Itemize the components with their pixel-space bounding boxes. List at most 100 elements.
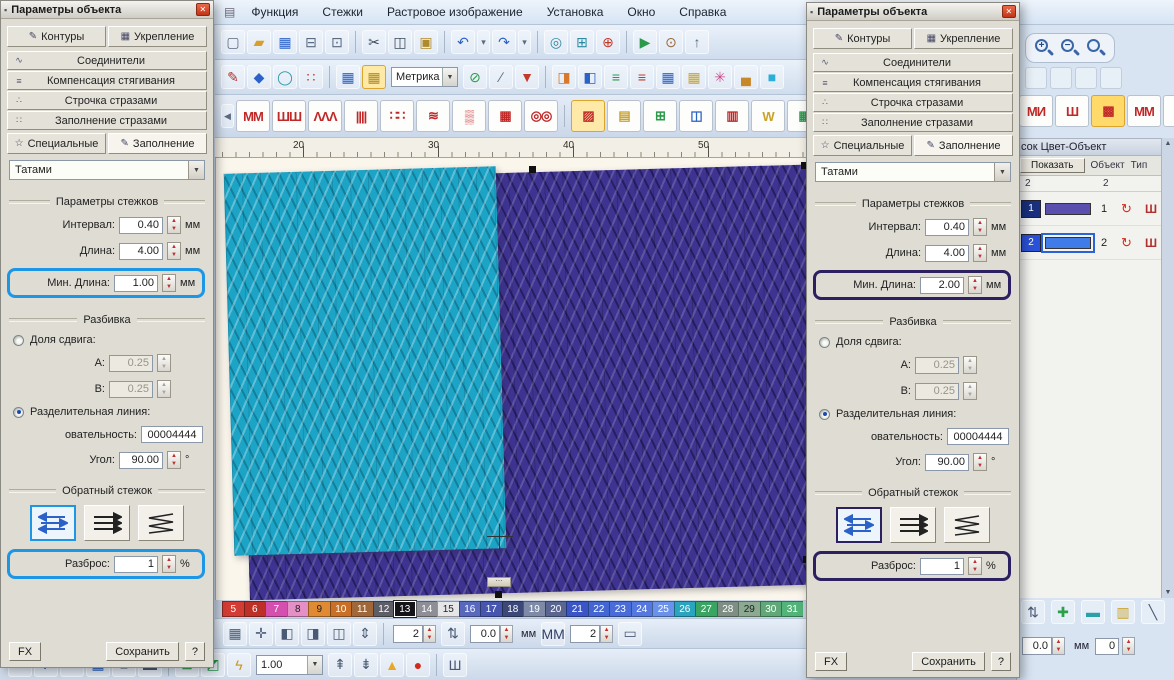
palette-color-22[interactable]: 22: [588, 601, 610, 617]
cut-icon[interactable]: ✂: [362, 30, 386, 54]
a-field[interactable]: 0.25: [915, 357, 959, 374]
grid-yellow-icon[interactable]: ▦: [682, 65, 706, 89]
divider-line-radio[interactable]: Разделительная линия:: [819, 408, 1013, 420]
interval-field[interactable]: 0.40: [119, 217, 163, 234]
b-spinner[interactable]: ▲▼: [157, 380, 171, 398]
zigzag-stitch-icon[interactable]: ΛΛΛ: [308, 100, 342, 132]
add-color-icon[interactable]: ✚: [1051, 600, 1075, 624]
fill-dots-icon[interactable]: ▒: [452, 100, 486, 132]
palette-color-26[interactable]: 26: [674, 601, 696, 617]
spinner-arrows-icon[interactable]: ▲▼: [1122, 637, 1135, 655]
undo-menu-icon[interactable]: ▾: [477, 30, 490, 54]
scroll-down-icon[interactable]: ▼: [1165, 589, 1172, 596]
export-icon[interactable]: ↑: [685, 30, 709, 54]
radio-icon[interactable]: [13, 335, 24, 346]
stitch-list-icon[interactable]: Ш: [443, 653, 467, 677]
close-icon[interactable]: [196, 3, 210, 16]
print-preview-icon[interactable]: ⊡: [325, 30, 349, 54]
interval-field[interactable]: 0.40: [925, 219, 969, 236]
show-button[interactable]: Показать: [1020, 158, 1085, 173]
paste-icon[interactable]: ▣: [414, 30, 438, 54]
color-list-icon[interactable]: ≡: [604, 65, 628, 89]
palette-color-13[interactable]: 13: [394, 601, 416, 617]
interval-spinner[interactable]: ▲▼: [167, 216, 181, 234]
b-spinner[interactable]: ▲▼: [963, 382, 977, 400]
color-object-row[interactable]: 22↻Ш: [1017, 226, 1174, 260]
palette-color-11[interactable]: 11: [351, 601, 373, 617]
palette-color-18[interactable]: 18: [502, 601, 524, 617]
color-object-row[interactable]: 11↻Ш: [1017, 192, 1174, 226]
new-file-icon[interactable]: ▢: [221, 30, 245, 54]
palette-color-25[interactable]: 25: [652, 601, 674, 617]
menu-item[interactable]: Справка: [679, 5, 726, 19]
color-chip[interactable]: 1: [1021, 200, 1041, 218]
pattern-rows-icon[interactable]: ▤: [607, 100, 641, 132]
speed-icon[interactable]: ϟ: [227, 653, 251, 677]
rz-stitch2-icon[interactable]: Ш: [1055, 95, 1089, 127]
min-length-spinner[interactable]: ▲▼: [968, 276, 982, 294]
panel-titlebar[interactable]: сок Цвет-Объект ▪: [1017, 139, 1174, 156]
toolbar-button[interactable]: [1075, 67, 1097, 89]
radio-selected-icon[interactable]: [819, 409, 830, 420]
units-mm-icon[interactable]: ММ: [541, 622, 565, 646]
a-spinner[interactable]: ▲▼: [157, 354, 171, 372]
category-connectors[interactable]: ∿ Соединители: [813, 53, 1013, 72]
tab-fill[interactable]: ✎ Заполнение: [108, 133, 207, 154]
min-length-field[interactable]: 2.00: [920, 277, 964, 294]
distribute-vert-icon[interactable]: ⇕: [353, 622, 377, 646]
palette-color-27[interactable]: 27: [695, 601, 717, 617]
length-spinner[interactable]: ▲▼: [973, 244, 987, 262]
backstitch-zigzag-button[interactable]: [944, 507, 990, 543]
zoom-fit-icon[interactable]: [1086, 38, 1106, 58]
units-combo[interactable]: Метрика▼: [391, 67, 458, 87]
redo-icon[interactable]: ↷: [492, 30, 516, 54]
tab-contours[interactable]: ✎ Контуры: [7, 26, 106, 47]
palette-color-23[interactable]: 23: [609, 601, 631, 617]
category-rhinestone-run[interactable]: ∴ Строчка стразами: [813, 93, 1013, 112]
angle-spinner[interactable]: ▲▼: [973, 453, 987, 471]
wave-stitch-icon[interactable]: ≋: [416, 100, 450, 132]
open-folder-icon[interactable]: ▰: [247, 30, 271, 54]
bring-front-icon[interactable]: ◨: [552, 65, 576, 89]
stamp-icon[interactable]: ▄: [734, 65, 758, 89]
menu-item[interactable]: Окно: [627, 5, 655, 19]
shape-diamond-icon[interactable]: ◆: [247, 65, 271, 89]
spread-spinner[interactable]: ▲▼: [968, 557, 982, 575]
interval-spinner[interactable]: ▲▼: [973, 218, 987, 236]
thread-color-swatch[interactable]: [1045, 237, 1091, 249]
splitter-grip[interactable]: ⋯: [487, 577, 511, 587]
min-length-field[interactable]: 1.00: [114, 275, 158, 292]
print-icon[interactable]: ⊟: [299, 30, 323, 54]
rz-stitch3-icon[interactable]: ΜΜ: [1127, 95, 1161, 127]
tab-reinforcement[interactable]: ▦ Укрепление: [108, 26, 207, 47]
fx-button[interactable]: FX: [815, 652, 847, 671]
send-back-icon[interactable]: ◧: [578, 65, 602, 89]
save-icon[interactable]: ▦: [273, 30, 297, 54]
resequence-icon[interactable]: ↻: [1121, 201, 1132, 217]
passes-spinner[interactable]: 2▲▼: [393, 625, 436, 643]
angle-field[interactable]: 90.00: [925, 454, 969, 471]
backstitch-alternate-button[interactable]: [836, 507, 882, 543]
pattern-vlines-icon[interactable]: ▥: [715, 100, 749, 132]
fill-type-select[interactable]: Татами ▼: [815, 162, 1011, 182]
length-field[interactable]: 4.00: [925, 245, 969, 262]
help-button[interactable]: ?: [991, 652, 1011, 671]
palette-color-21[interactable]: 21: [566, 601, 588, 617]
check-design-icon[interactable]: ⊘: [463, 65, 487, 89]
min-length-spinner[interactable]: ▲▼: [162, 274, 176, 292]
rz-stitch4-icon[interactable]: Ш: [1163, 95, 1174, 127]
selection-handle[interactable]: [495, 591, 502, 598]
stitch-type-icon[interactable]: Ш: [1145, 202, 1156, 216]
palette-color-29[interactable]: 29: [738, 601, 760, 617]
backstitch-alternate-button[interactable]: [30, 505, 76, 541]
zoom-level-combo[interactable]: 1.00▼: [256, 655, 323, 675]
rz-updown-icon[interactable]: ⇅: [1021, 600, 1045, 624]
b-field[interactable]: 0.25: [109, 381, 153, 398]
warning-icon[interactable]: ▲: [380, 653, 404, 677]
backstitch-straight-button[interactable]: [890, 507, 936, 543]
category-rhinestone-run[interactable]: ∴ Строчка стразами: [7, 91, 207, 110]
close-icon[interactable]: [1002, 5, 1016, 18]
page-down-icon[interactable]: ⇟: [354, 653, 378, 677]
palette-color-8[interactable]: 8: [287, 601, 309, 617]
chevron-down-icon[interactable]: ▼: [994, 163, 1010, 181]
